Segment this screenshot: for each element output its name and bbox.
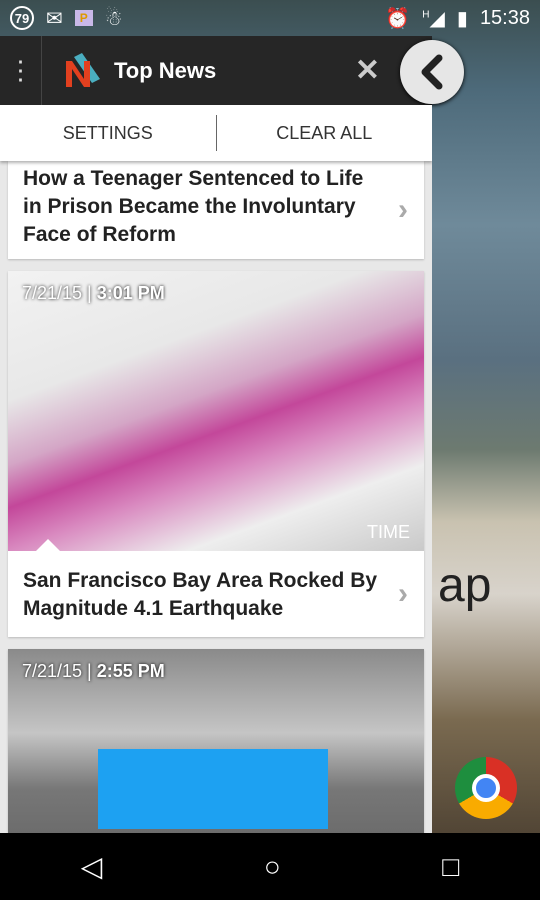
signal-icon: H◢ — [422, 7, 445, 30]
pointer — [36, 539, 60, 551]
toolbar-title: Top News — [114, 57, 217, 83]
settings-button[interactable]: SETTINGS — [0, 123, 216, 144]
back-button[interactable] — [400, 40, 464, 104]
chevron-right-icon: › — [398, 193, 408, 226]
app-logo — [60, 52, 100, 89]
notification-count-icon: 79 — [10, 6, 34, 30]
article-source: TIME — [367, 522, 410, 542]
more-vert-icon[interactable]: ⋮ — [0, 36, 42, 105]
article-timestamp: 7/21/15 | 2:55 PM — [22, 661, 165, 681]
back-nav-icon[interactable]: ◁ — [81, 850, 103, 883]
close-icon[interactable]: ✕ — [355, 53, 380, 88]
home-icon[interactable]: ○ — [264, 851, 281, 883]
toolbar: ⋮ Top News ✕ — [0, 36, 432, 105]
article-card[interactable]: 7/21/15 | 2:55 PM — [8, 649, 424, 833]
navigation-bar: ◁ ○ □ — [0, 833, 540, 900]
background-text: ap — [438, 559, 492, 612]
alarm-icon: ⏰ — [385, 7, 411, 30]
action-bar: SETTINGS CLEAR ALL — [0, 105, 432, 161]
chevron-right-icon: › — [398, 577, 408, 610]
chrome-icon[interactable] — [455, 757, 517, 819]
twitter-banner — [98, 749, 328, 829]
article-timestamp: 7/21/15 | 3:01 PM — [22, 283, 165, 303]
clear-all-button[interactable]: CLEAR ALL — [217, 123, 433, 144]
article-headline: San Francisco Bay Area Rocked By Magnitu… — [23, 569, 378, 620]
article-image: 7/21/15 | 2:55 PM — [8, 649, 424, 833]
article-headline: How a Teenager Sentenced to Life in Pris… — [23, 167, 364, 246]
gmail-icon: ✉ — [46, 7, 63, 30]
news-panel: SETTINGS CLEAR ALL How a Teenager Senten… — [0, 105, 432, 833]
android-icon: ☃ — [104, 7, 123, 30]
battery-charging-icon: ▮ — [456, 7, 468, 30]
clock: 15:38 — [479, 6, 530, 29]
article-image: 7/21/15 | 3:01 PM TIME — [8, 271, 424, 551]
article-card[interactable]: 7/21/15 | 3:01 PM TIME San Francisco Bay… — [8, 271, 424, 637]
article-card[interactable]: How a Teenager Sentenced to Life in Pris… — [8, 161, 424, 259]
chevron-left-icon — [421, 54, 443, 90]
recents-icon[interactable]: □ — [442, 851, 459, 883]
status-bar: 79 ✉ P ☃ ⏰ H◢ ▮ 15:38 — [0, 0, 540, 36]
p-app-icon: P — [74, 10, 93, 26]
